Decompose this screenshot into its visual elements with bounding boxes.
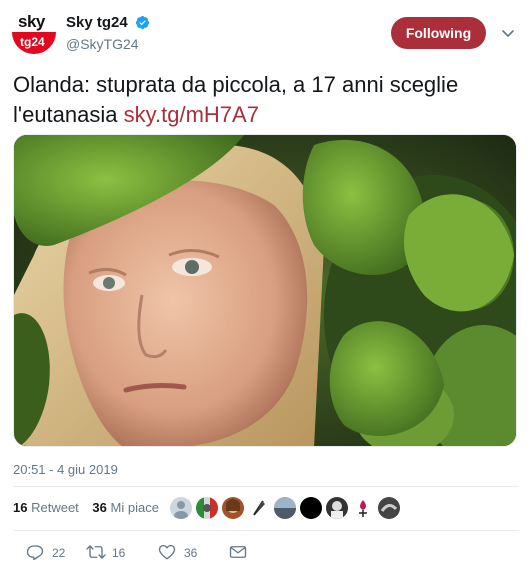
retweet-count: 16: [112, 546, 126, 560]
likes-count: 36: [92, 500, 107, 515]
likes-label: Mi piace: [110, 500, 159, 515]
avatar[interactable]: [352, 497, 374, 519]
logo-sky-text: sky: [18, 12, 45, 31]
verified-badge-icon: [136, 16, 150, 30]
photo-illustration: [14, 135, 516, 446]
retweet-icon: [86, 545, 106, 559]
avatar[interactable]: [326, 497, 348, 519]
message-icon: [229, 546, 247, 558]
retweets-count: 16: [13, 500, 28, 515]
account-handle[interactable]: @SkyTG24: [66, 36, 150, 52]
following-button[interactable]: Following: [391, 17, 486, 49]
retweets-stat[interactable]: 16 Retweet: [13, 500, 79, 515]
avatar[interactable]: [222, 497, 244, 519]
tweet-timestamp[interactable]: 20:51 - 4 giu 2019: [13, 462, 118, 477]
account-avatar[interactable]: sky tg24: [12, 10, 56, 54]
account-names: Sky tg24 @SkyTG24: [66, 14, 150, 52]
tweet-header: sky tg24 Sky tg24 @SkyTG24 Following: [0, 0, 532, 62]
avatar[interactable]: [300, 497, 322, 519]
divider: [13, 530, 519, 531]
reply-count: 22: [52, 546, 66, 560]
reply-icon: [26, 545, 44, 561]
engagement-stats: 16 Retweet 36 Mi piace: [13, 500, 169, 515]
display-name[interactable]: Sky tg24: [66, 14, 128, 31]
chevron-down-icon[interactable]: [500, 25, 516, 41]
tweet-actions: 22 16 36: [13, 542, 313, 564]
likes-stat[interactable]: 36 Mi piace: [92, 500, 159, 515]
avatar[interactable]: [274, 497, 296, 519]
avatar[interactable]: [378, 497, 400, 519]
avatar[interactable]: [248, 497, 270, 519]
retweets-label: Retweet: [31, 500, 79, 515]
like-icon: [158, 544, 176, 560]
divider: [13, 486, 519, 487]
like-count: 36: [184, 546, 198, 560]
tweet-link[interactable]: sky.tg/mH7A7: [124, 102, 259, 127]
avatar[interactable]: [170, 497, 192, 519]
tweet-text: Olanda: stuprata da piccola, a 17 anni s…: [13, 70, 523, 130]
avatar[interactable]: [196, 497, 218, 519]
logo-tg24-text: tg24: [20, 35, 45, 49]
tweet-photo[interactable]: [13, 134, 517, 447]
